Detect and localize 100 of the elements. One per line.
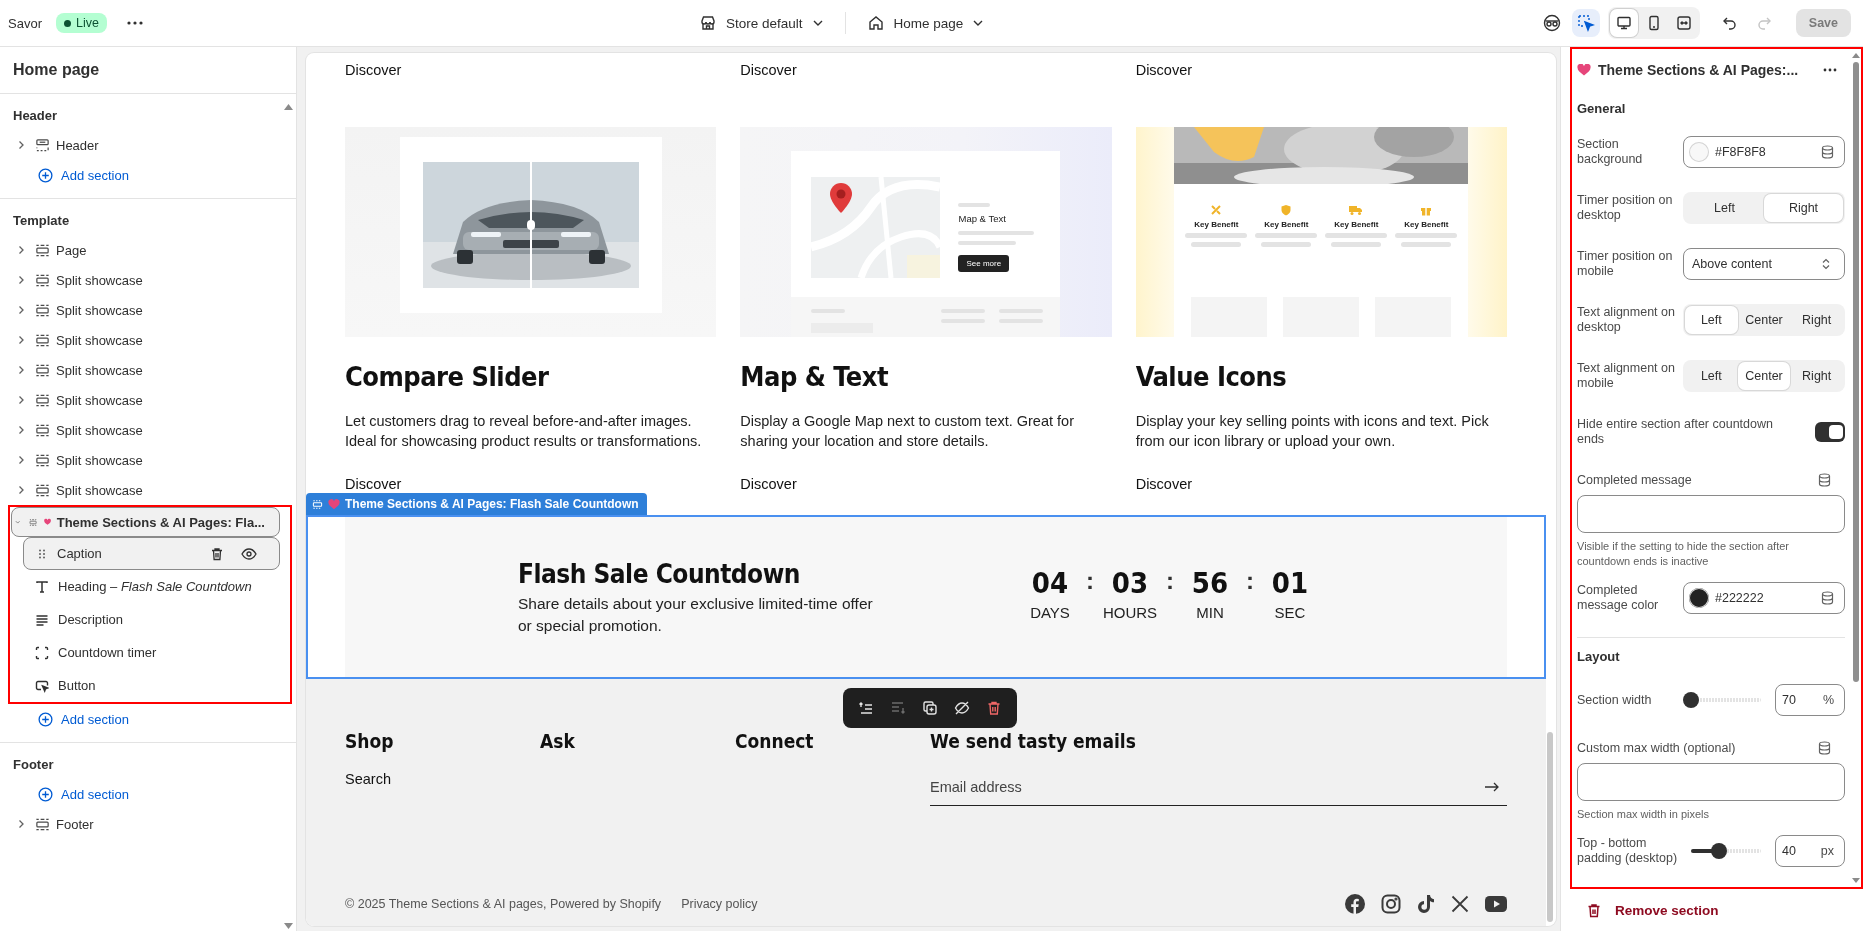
scroll-down-icon[interactable] [284, 923, 293, 929]
settings-group-heading: Layout [1577, 649, 1621, 665]
discover-link[interactable]: Discover [345, 61, 402, 79]
section-item[interactable]: Split showcase [13, 415, 278, 445]
tiktok-icon[interactable] [1417, 894, 1435, 914]
inspector-button[interactable] [1571, 9, 1600, 37]
timer-separator: : [1245, 566, 1255, 596]
page-select[interactable]: Home page [867, 15, 984, 31]
section-item[interactable]: Split showcase [13, 355, 278, 385]
eye-icon[interactable] [241, 546, 257, 561]
section-item[interactable]: Footer [13, 809, 278, 839]
section-icon [35, 242, 50, 258]
monitor-icon [1615, 15, 1632, 31]
footer-link[interactable]: Search [345, 771, 391, 787]
segment-option[interactable]: Left [1685, 362, 1738, 390]
group-heading: Footer [12, 756, 55, 774]
benefit-label: Key Benefit [1404, 220, 1449, 229]
add-section-button[interactable]: Add section [13, 704, 278, 734]
benefit-label: Key Benefit [1334, 220, 1379, 229]
trash-icon[interactable] [210, 546, 224, 561]
timer-value: 03 [1111, 565, 1149, 601]
discover-link[interactable]: Discover [1135, 61, 1193, 79]
desktop-view-button[interactable] [1609, 9, 1638, 37]
block-item[interactable]: Caption [23, 537, 280, 570]
toggle-switch[interactable] [1815, 422, 1845, 442]
segment-option[interactable]: Center [1737, 306, 1791, 334]
benefit-label: Key Benefit [1264, 220, 1309, 229]
timer-value: 01 [1271, 565, 1309, 601]
x-icon[interactable] [1451, 895, 1469, 913]
instagram-icon[interactable] [1381, 894, 1401, 914]
block-item[interactable]: Countdown timer [23, 636, 280, 669]
scrollbar-thumb[interactable] [1547, 732, 1553, 922]
heart-icon [43, 516, 51, 528]
redo-icon [1755, 15, 1772, 31]
timer-unit: HOURS [1102, 603, 1158, 623]
segment-option[interactable]: Left [1685, 306, 1738, 334]
text-area[interactable] [1577, 495, 1845, 533]
facebook-icon[interactable] [1345, 894, 1365, 914]
compare-handle[interactable] [529, 162, 532, 288]
slider-thumb[interactable] [1683, 692, 1699, 708]
color-field[interactable]: #222222 [1683, 582, 1845, 614]
discover-link[interactable]: Discover [1135, 475, 1193, 493]
color-field[interactable]: #F8F8F8 [1683, 136, 1845, 168]
drag-handle-icon [36, 547, 48, 560]
more-icon[interactable] [1823, 67, 1837, 72]
segment-option[interactable]: Right [1790, 306, 1843, 334]
card-description: Let customers drag to reveal before-and-after images. Ideal for showcasing product results or transformations. [345, 412, 703, 451]
add-section-button[interactable]: Add section [13, 160, 278, 190]
section-item[interactable]: Split showcase [13, 325, 278, 355]
section-item[interactable]: Split showcase [13, 475, 278, 505]
segment-option[interactable]: Right [1790, 362, 1843, 390]
block-item[interactable]: Heading – Flash Sale Countdown [23, 570, 280, 603]
chevron-down-icon [812, 20, 823, 26]
discover-link[interactable]: Discover [740, 475, 797, 493]
expand-icon [1675, 15, 1692, 31]
scroll-up-icon[interactable] [284, 104, 293, 110]
privacy-policy-link[interactable]: Privacy policy [681, 897, 758, 911]
duplicate-icon [922, 700, 938, 716]
arrow-right-icon[interactable] [1485, 782, 1499, 792]
database-icon[interactable] [1821, 591, 1834, 605]
section-tag[interactable]: Theme Sections & AI Pages: Flash Sale Countdown [306, 493, 647, 515]
section-item[interactable]: Split showcase [13, 265, 278, 295]
heart-icon [328, 498, 340, 510]
section-item[interactable]: Header [13, 130, 278, 160]
database-icon[interactable] [1818, 473, 1831, 487]
scroll-down-icon[interactable] [1852, 878, 1860, 883]
number-field[interactable]: 40 px [1775, 835, 1845, 867]
segment-option[interactable]: Left [1685, 194, 1764, 222]
theme-select[interactable]: Store default [700, 15, 823, 31]
countdown-heading: Flash Sale Countdown [518, 558, 801, 591]
select-field[interactable]: Above content [1683, 248, 1845, 280]
segment-option[interactable]: Center [1737, 362, 1791, 390]
plus-circle-icon [38, 167, 53, 183]
section-item[interactable]: Split showcase [13, 445, 278, 475]
discover-link[interactable]: Discover [345, 475, 402, 493]
segment-option[interactable]: Right [1764, 194, 1843, 222]
number-field[interactable]: 70 % [1775, 684, 1845, 716]
scroll-up-icon[interactable] [1852, 53, 1860, 58]
block-item[interactable]: Button [23, 669, 280, 702]
section-icon [35, 332, 50, 348]
chevron-down-icon [973, 20, 984, 26]
remove-section-button[interactable]: Remove section [1587, 903, 1719, 918]
section-item[interactable]: Theme Sections & AI Pages: Fla... [11, 507, 280, 537]
block-item[interactable]: Description [23, 603, 280, 636]
card-description: Display a Google Map next to custom text. Great for sharing your location and store details. [740, 412, 1075, 451]
section-item[interactable]: Split showcase [13, 385, 278, 415]
add-section-button[interactable]: Add section [13, 779, 278, 809]
scrollbar-thumb[interactable] [1853, 62, 1859, 682]
database-icon[interactable] [1818, 741, 1831, 755]
panel-title: Home page [0, 47, 296, 94]
slider-thumb[interactable] [1711, 843, 1727, 859]
discover-link[interactable]: Discover [740, 61, 797, 79]
text-area[interactable] [1577, 763, 1845, 801]
section-item[interactable]: Split showcase [13, 295, 278, 325]
section-item[interactable]: Page [13, 235, 278, 265]
youtube-icon[interactable] [1485, 896, 1507, 912]
select-cursor-icon [1576, 14, 1595, 32]
database-icon[interactable] [1821, 145, 1834, 159]
more-icon [126, 21, 143, 25]
email-field[interactable]: Email address [930, 769, 1507, 806]
